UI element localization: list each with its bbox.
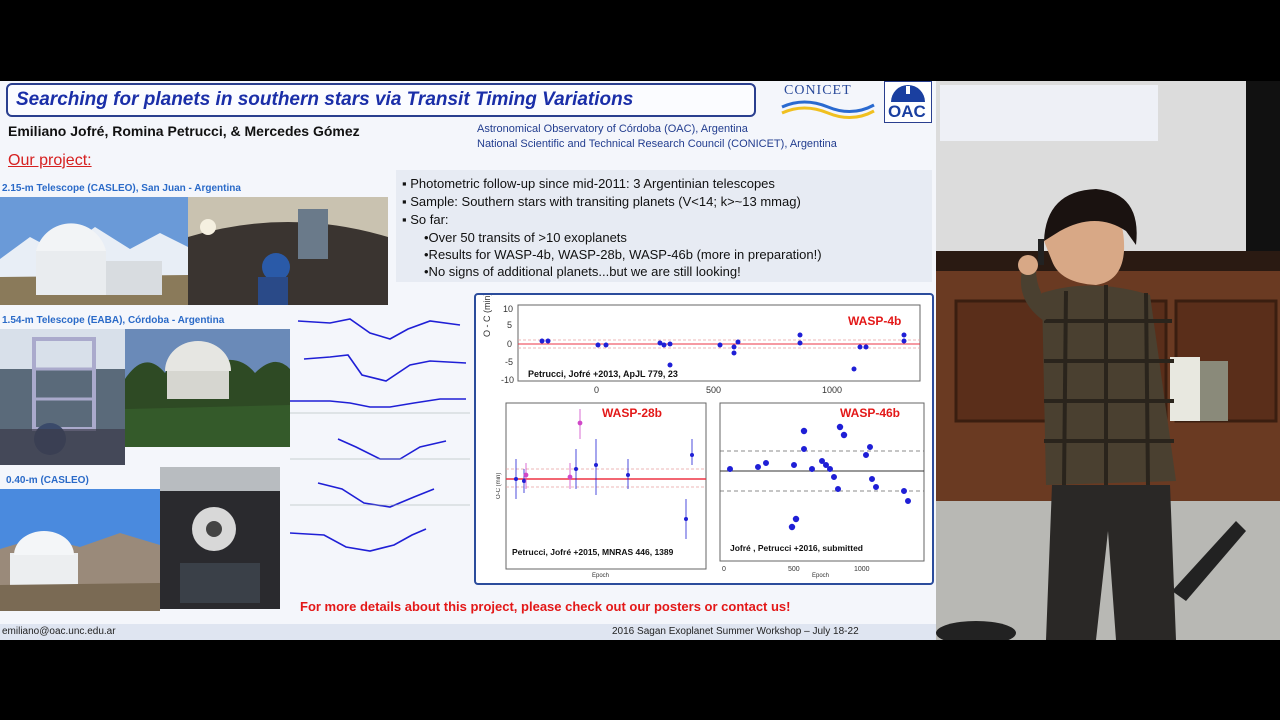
wasp46-xtick-2: 500: [788, 566, 800, 573]
affiliation-1: Astronomical Observatory of Córdoba (OAC…: [477, 123, 748, 135]
telescope-2-label: 1.54-m Telescope (EABA), Córdoba - Argen…: [2, 315, 225, 326]
telescope-3-label: 0.40-m (CASLEO): [6, 475, 89, 486]
wall-notice: [1170, 357, 1200, 421]
light-curve-3: [290, 398, 466, 408]
project-summary-box: ▪ Photometric follow-up since mid-2011: …: [396, 170, 932, 282]
wasp-28b-plot: O-C (min) WASP-28b Petrucci, Jofré +2015…: [496, 402, 707, 579]
wasp28-citation: Petrucci, Jofré +2015, MNRAS 446, 1389: [512, 547, 674, 557]
wasp46-xtick-1: 0: [722, 566, 726, 573]
light-curve-4: [337, 438, 447, 460]
wasp4-xtick-1: 0: [594, 385, 599, 395]
wasp28-label: WASP-28b: [602, 406, 662, 420]
wasp4-xtick-2: 500: [706, 385, 721, 395]
presentation-slide: Searching for planets in southern stars …: [0, 81, 936, 640]
wasp28-ylabel: O-C (min): [496, 473, 502, 499]
casleo-observatory-photo: [0, 197, 188, 305]
sub-bullet-1: •Over 50 transits of >10 exoplanets: [424, 230, 627, 245]
transit-light-curves: [290, 318, 470, 552]
sub-bullet-2: •Results for WASP-4b, WASP-28b, WASP-46b…: [424, 247, 822, 262]
wasp-4b-plot: O - C (min) 10 5 0 -5 -10 0 500 1000 WAS…: [482, 295, 921, 395]
affiliation-2: National Scientific and Technical Resear…: [477, 138, 837, 150]
wasp4-ytick-4: -5: [505, 357, 513, 367]
light-curve-5: [317, 482, 435, 508]
eaba-dome-photo: [125, 329, 290, 447]
conicet-wave-icon: [781, 100, 875, 119]
wasp46-label: WASP-46b: [840, 406, 900, 420]
wasp28-xlabel: Epoch: [592, 573, 609, 579]
wasp46-citation: Jofré , Petrucci +2016, submitted: [730, 543, 863, 553]
oac-logo-text: OAC: [888, 102, 926, 121]
contact-email: emiliano@oac.unc.edu.ar: [2, 626, 116, 637]
telescope-1-label: 2.15-m Telescope (CASLEO), San Juan - Ar…: [2, 183, 241, 194]
small-telescope-photo: [160, 467, 280, 609]
wasp46-xtick-3: 1000: [854, 566, 870, 573]
ttv-plots-box: O - C (min) 10 5 0 -5 -10 0 500 1000 WAS…: [474, 293, 934, 585]
casleo-small-dome-photo: [0, 489, 160, 611]
bullet-3: ▪ So far:: [402, 212, 449, 227]
authors: Emiliano Jofré, Romina Petrucci, & Merce…: [8, 123, 360, 139]
slide-title: Searching for planets in southern stars …: [16, 89, 634, 110]
wasp-46b-plot: WASP-46b Jofré , Petrucci +2016, submitt…: [719, 402, 925, 579]
conicet-logo: CONICET: [780, 83, 876, 121]
presenter-room-photo: [936, 81, 1280, 640]
sub-bullet-3: •No signs of additional planets...but we…: [424, 264, 741, 279]
wasp46-xlabel: Epoch: [812, 573, 829, 579]
wasp4-ytick-5: -10: [501, 375, 514, 385]
wasp4-ytick-3: 0: [507, 339, 512, 349]
wasp4-ytick-1: 10: [503, 304, 513, 314]
light-curve-6: [290, 528, 427, 552]
oac-dome-icon: [891, 85, 925, 102]
presenter-clicker: [1038, 239, 1044, 265]
telescope-interior-photo: [188, 197, 388, 305]
wasp4-xtick-3: 1000: [822, 385, 842, 395]
title-box: Searching for planets in southern stars …: [6, 83, 756, 117]
bullet-1: ▪ Photometric follow-up since mid-2011: …: [402, 176, 775, 191]
wasp4-label: WASP-4b: [848, 314, 901, 328]
wasp4-citation: Petrucci, Jofré +2013, ApJL 779, 23: [528, 369, 678, 379]
wall-switch: [1200, 361, 1228, 421]
contact-message: For more details about this project, ple…: [300, 599, 791, 614]
wasp4-ylabel: O - C (min): [482, 295, 492, 337]
oac-logo: OAC: [884, 81, 932, 123]
workshop-name: 2016 Sagan Exoplanet Summer Workshop – J…: [612, 626, 859, 637]
wasp4-ytick-2: 5: [507, 320, 512, 330]
light-curve-1: [297, 318, 461, 340]
light-curve-2: [303, 354, 467, 382]
bullet-2: ▪ Sample: Southern stars with transiting…: [402, 194, 801, 209]
slide-footer: emiliano@oac.unc.edu.ar 2016 Sagan Exopl…: [0, 624, 936, 640]
section-heading: Our project:: [8, 152, 92, 169]
eaba-telescope-photo: [0, 329, 125, 465]
